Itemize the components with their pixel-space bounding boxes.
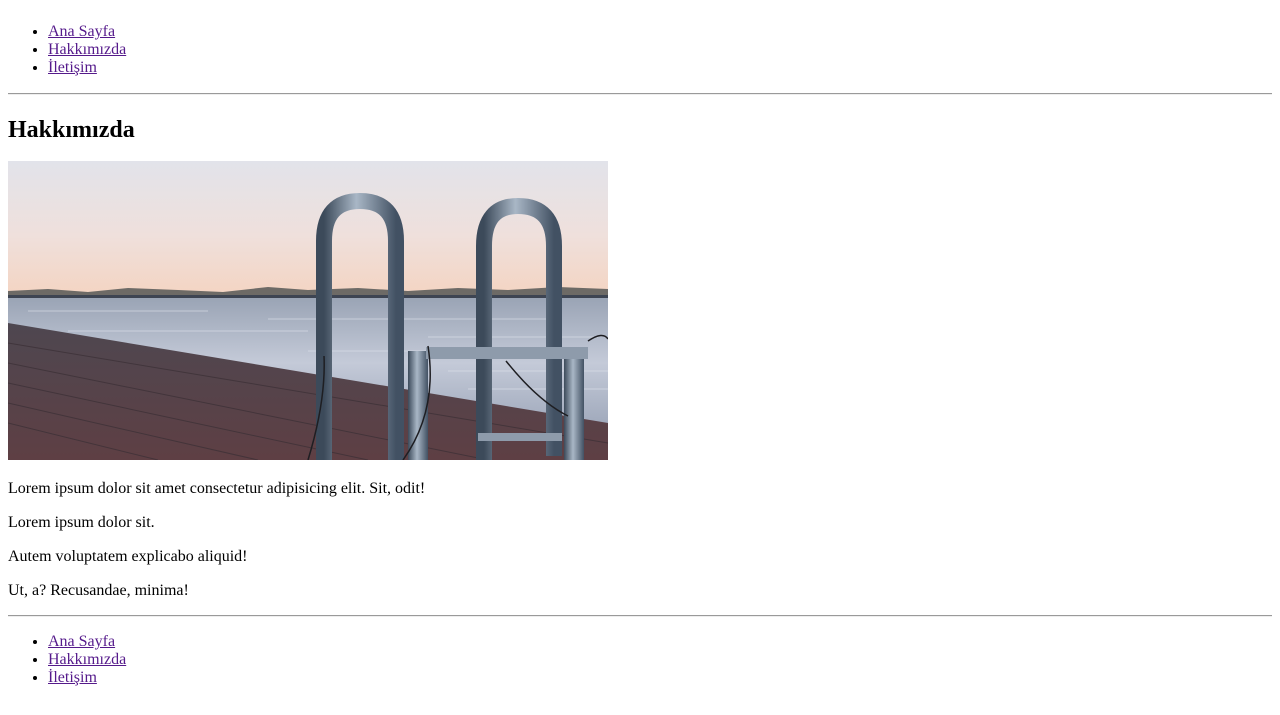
paragraph: Lorem ipsum dolor sit amet consectetur a… — [8, 480, 426, 497]
paragraph: Lorem ipsum dolor sit. — [8, 514, 155, 531]
nav-item: Ana Sayfa — [48, 23, 1272, 41]
bottom-nav: Ana Sayfa Hakkımızda İletişim — [8, 617, 1272, 687]
nav-item: Ana Sayfa — [48, 633, 1272, 651]
nav-item: İletişim — [48, 59, 1272, 77]
page-title: Hakkımızda — [8, 117, 135, 143]
nav-link-home[interactable]: Ana Sayfa — [48, 633, 115, 650]
nav-item: Hakkımızda — [48, 651, 1272, 669]
top-nav: Ana Sayfa Hakkımızda İletişim — [8, 0, 1272, 77]
nav-item: İletişim — [48, 669, 1272, 687]
paragraph: Autem voluptatem explicabo aliquid! — [8, 548, 248, 565]
nav-item: Hakkımızda — [48, 41, 1272, 59]
nav-link-about[interactable]: Hakkımızda — [48, 651, 126, 668]
nav-link-home[interactable]: Ana Sayfa — [48, 23, 115, 40]
paragraph: Ut, a? Recusandae, minima! — [8, 582, 189, 599]
nav-link-about[interactable]: Hakkımızda — [48, 41, 126, 58]
nav-link-contact[interactable]: İletişim — [48, 669, 97, 686]
pier-ladder-photo — [8, 161, 608, 460]
nav-link-contact[interactable]: İletişim — [48, 59, 97, 76]
